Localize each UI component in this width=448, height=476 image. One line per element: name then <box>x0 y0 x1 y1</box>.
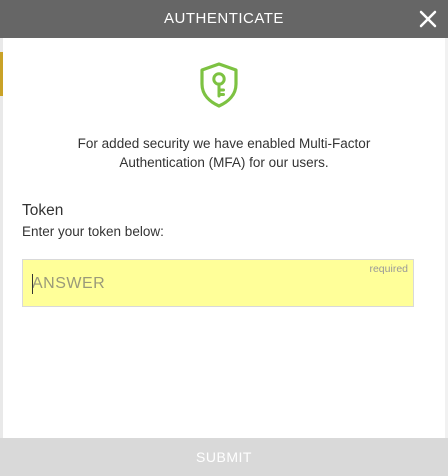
shield-key-icon <box>198 61 240 109</box>
close-button[interactable] <box>414 5 442 33</box>
authenticate-dialog: AUTHENTICATE For added security we have … <box>0 0 448 476</box>
dialog-header: AUTHENTICATE <box>0 0 448 38</box>
close-icon <box>419 10 437 28</box>
submit-button[interactable]: SUBMIT <box>0 438 448 476</box>
token-field[interactable]: required <box>22 259 414 307</box>
left-edge <box>0 38 3 438</box>
token-input[interactable] <box>32 273 372 295</box>
left-accent-bar <box>0 52 3 96</box>
intro-line-1: For added security we have enabled Multi… <box>77 136 371 151</box>
text-caret <box>32 274 33 294</box>
intro-line-2: Authentication (MFA) for our users. <box>119 155 329 170</box>
required-indicator: required <box>369 263 408 275</box>
token-label: Token <box>22 202 64 219</box>
dialog-title: AUTHENTICATE <box>164 10 284 27</box>
mfa-intro-text: For added security we have enabled Multi… <box>20 134 428 172</box>
token-hint: Enter your token below: <box>22 224 164 239</box>
